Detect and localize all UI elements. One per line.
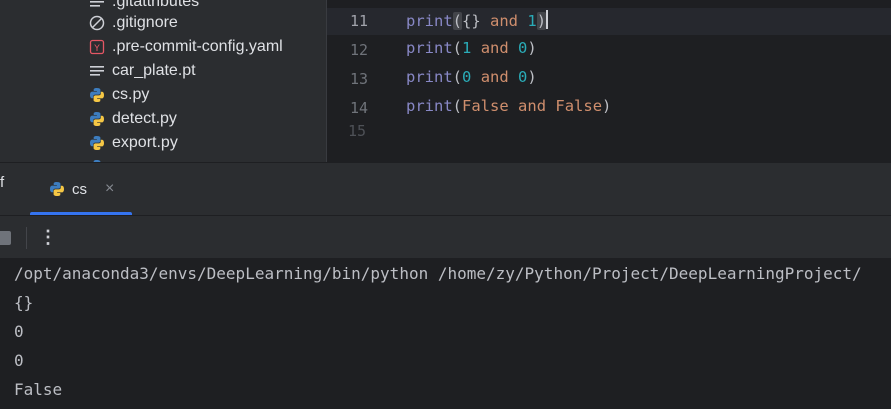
tree-item-car-plate[interactable]: car_plate.pt — [88, 59, 196, 83]
run-panel-title-partial: f — [0, 174, 5, 191]
line-number: 14 — [349, 99, 368, 117]
code-editor[interactable]: 11 12 13 14 print({} and 1) print(1 and … — [326, 0, 891, 162]
run-tab-cs[interactable]: cs × — [30, 163, 132, 215]
code-line[interactable]: print(False and False) — [406, 97, 611, 115]
toolbar-divider — [26, 227, 27, 249]
line-number: 15 — [348, 122, 367, 140]
tree-item-label: .gitignore — [112, 14, 178, 31]
python-file-icon — [88, 134, 106, 152]
yaml-file-icon: Y — [88, 38, 106, 56]
python-file-icon — [88, 110, 106, 128]
tree-item-partial — [88, 155, 106, 162]
text-file-icon — [88, 62, 106, 80]
ignore-file-icon — [88, 14, 106, 32]
tree-item-label: cs.py — [112, 86, 150, 103]
line-number: 11 — [349, 12, 368, 30]
console-line: 0 — [14, 322, 24, 341]
console-line: False — [14, 380, 63, 399]
python-file-icon — [48, 180, 66, 198]
line-number: 13 — [349, 70, 368, 88]
line-number: 12 — [349, 41, 368, 59]
editor-bottom-fade — [327, 133, 891, 162]
tree-item-label: detect.py — [112, 110, 177, 127]
project-tree: .gitattributes .gitignore Y .pre-commit-… — [0, 0, 326, 162]
tree-item-label: car_plate.pt — [112, 62, 196, 79]
run-tab-label: cs — [72, 180, 87, 198]
code-line[interactable]: print({} and 1) — [406, 10, 549, 30]
run-toolbar: ⋮ — [0, 215, 891, 258]
tree-item-label: export.py — [112, 134, 178, 151]
tree-item-detect-py[interactable]: detect.py — [88, 107, 177, 131]
code-line[interactable]: print(1 and 0) — [406, 39, 537, 57]
svg-text:Y: Y — [93, 44, 100, 54]
tree-item-gitignore[interactable]: .gitignore — [88, 11, 178, 35]
tree-item-label: .pre-commit-config.yaml — [112, 38, 283, 55]
tree-item-export-py[interactable]: export.py — [88, 131, 178, 155]
console-output[interactable]: /opt/anaconda3/envs/DeepLearning/bin/pyt… — [0, 258, 891, 409]
close-icon[interactable]: × — [105, 180, 114, 198]
tree-item-pre-commit-config[interactable]: Y .pre-commit-config.yaml — [88, 35, 283, 59]
tree-item-label: .gitattributes — [112, 0, 200, 10]
text-file-icon — [88, 0, 106, 11]
console-line: /opt/anaconda3/envs/DeepLearning/bin/pyt… — [14, 264, 862, 283]
console-line: 0 — [14, 351, 24, 370]
more-options-icon[interactable]: ⋮ — [39, 225, 57, 249]
console-line: {} — [14, 293, 34, 312]
text-caret — [546, 10, 549, 29]
code-line[interactable]: print(0 and 0) — [406, 68, 537, 86]
stop-icon[interactable] — [0, 231, 11, 245]
run-tool-window-header: cs × — [0, 163, 891, 215]
tree-item-cs-py[interactable]: cs.py — [88, 83, 149, 107]
python-file-icon — [88, 86, 106, 104]
